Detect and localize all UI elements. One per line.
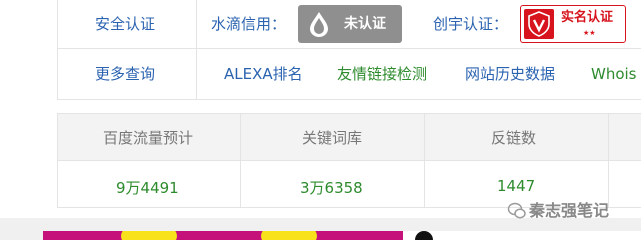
water-credit-badge[interactable]: 未认证 <box>298 5 402 43</box>
water-credit-badge-text: 未认证 <box>344 16 386 32</box>
keyword-library-header: 关键词库 <box>302 129 363 147</box>
row-divider <box>57 99 641 100</box>
friend-link-check-link[interactable]: 友情链接检测 <box>337 67 427 82</box>
stats-col-divider <box>608 113 609 208</box>
banner-decor <box>261 231 317 240</box>
more-query-label: 更多查询 <box>95 65 156 83</box>
whois-link[interactable]: Whois <box>591 67 637 82</box>
stats-col-divider <box>424 113 425 208</box>
site-history-link[interactable]: 网站历史数据 <box>465 67 555 82</box>
chuangyu-verify-badge[interactable]: 实名认证 ★★ <box>520 5 626 43</box>
water-drop-icon <box>310 12 328 37</box>
wechat-icon <box>507 201 527 221</box>
badge-stars: ★★ <box>583 29 596 37</box>
banner-right-area <box>403 231 641 240</box>
baidu-traffic-header: 百度流量预计 <box>103 129 194 147</box>
stats-top-border <box>57 113 641 114</box>
row-divider-left <box>57 0 58 100</box>
baidu-traffic-value[interactable]: 9万4491 <box>116 177 179 198</box>
chuangyu-verify-badge-text: 实名认证 <box>561 10 614 25</box>
col-divider <box>196 0 197 100</box>
row-divider <box>57 48 641 49</box>
backlinks-value[interactable]: 1447 <box>497 177 535 195</box>
watermark-text: 秦志强笔记 <box>529 201 610 220</box>
security-verify-label: 安全认证 <box>95 15 156 33</box>
backlinks-header: 反链数 <box>491 129 537 147</box>
stats-col-divider <box>57 113 58 208</box>
alexa-rank-link[interactable]: ALEXA排名 <box>224 67 303 82</box>
stats-mid-border <box>57 160 641 161</box>
keyword-library-value[interactable]: 3万6358 <box>300 177 363 198</box>
stats-col-divider <box>240 113 241 208</box>
ad-banner[interactable] <box>43 231 641 240</box>
water-credit-label: 水滴信用： <box>211 15 287 33</box>
chuangyu-verify-label: 创宇认证： <box>433 15 509 33</box>
banner-decor <box>121 231 177 240</box>
site-info-panel: 安全认证 水滴信用： 未认证 创宇认证： 实名认证 ★★ 更多查询 ALEXA排… <box>0 0 641 218</box>
shield-v-icon <box>524 9 554 39</box>
